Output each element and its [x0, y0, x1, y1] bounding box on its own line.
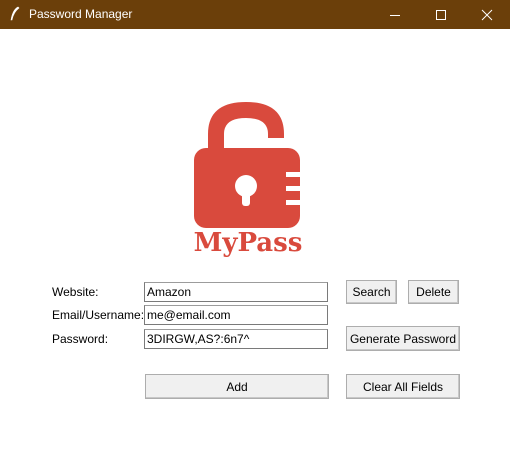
- close-button[interactable]: [464, 0, 510, 29]
- clear-all-fields-button[interactable]: Clear All Fields: [346, 374, 460, 399]
- website-input[interactable]: [144, 282, 328, 302]
- delete-button[interactable]: Delete: [408, 280, 459, 304]
- title-bar: Password Manager: [0, 0, 510, 29]
- password-label: Password:: [52, 332, 109, 346]
- window-title: Password Manager: [29, 7, 133, 21]
- email-label: Email/Username:: [52, 308, 145, 322]
- email-input[interactable]: [144, 305, 328, 325]
- maximize-icon: [436, 9, 446, 20]
- search-button[interactable]: Search: [346, 280, 397, 304]
- feather-icon: [10, 6, 20, 21]
- generate-password-button[interactable]: Generate Password: [346, 326, 460, 351]
- close-icon: [481, 9, 493, 20]
- password-input[interactable]: [144, 329, 328, 349]
- mypass-logo: MyPass: [194, 102, 303, 258]
- website-label: Website:: [52, 285, 99, 299]
- open-padlock-icon: [194, 102, 302, 228]
- logo-text: MyPass: [194, 228, 303, 258]
- minimize-icon: [390, 14, 400, 16]
- maximize-button[interactable]: [418, 0, 464, 29]
- add-button[interactable]: Add: [145, 374, 329, 399]
- minimize-button[interactable]: [372, 0, 418, 29]
